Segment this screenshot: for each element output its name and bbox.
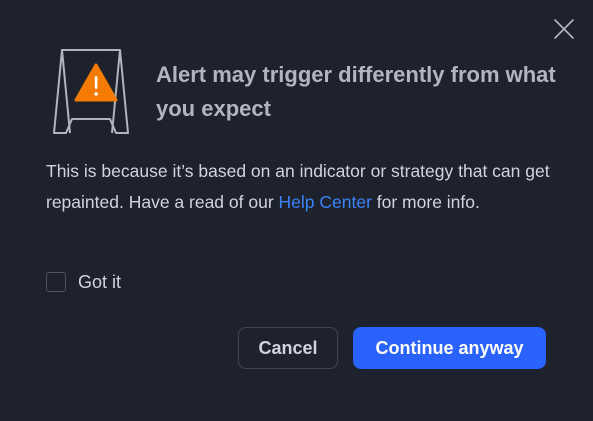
dialog-title: Alert may trigger differently from what …: [156, 62, 556, 121]
dialog-message: This is because it’s based on an indicat…: [46, 156, 556, 217]
continue-anyway-button[interactable]: Continue anyway: [353, 327, 546, 369]
warning-sign-icon: [53, 49, 129, 134]
help-center-link[interactable]: Help Center: [279, 192, 372, 212]
got-it-label[interactable]: Got it: [78, 272, 121, 293]
warning-sign-illustration: [50, 47, 130, 137]
close-icon: [554, 19, 574, 39]
alert-repaint-warning-dialog: Alert may trigger differently from what …: [0, 0, 593, 421]
message-text-part-2: for more info.: [371, 191, 480, 212]
got-it-checkbox-row[interactable]: Got it: [46, 270, 121, 294]
got-it-checkbox[interactable]: [46, 272, 66, 292]
cancel-button[interactable]: Cancel: [238, 327, 338, 369]
close-button[interactable]: [552, 17, 576, 41]
